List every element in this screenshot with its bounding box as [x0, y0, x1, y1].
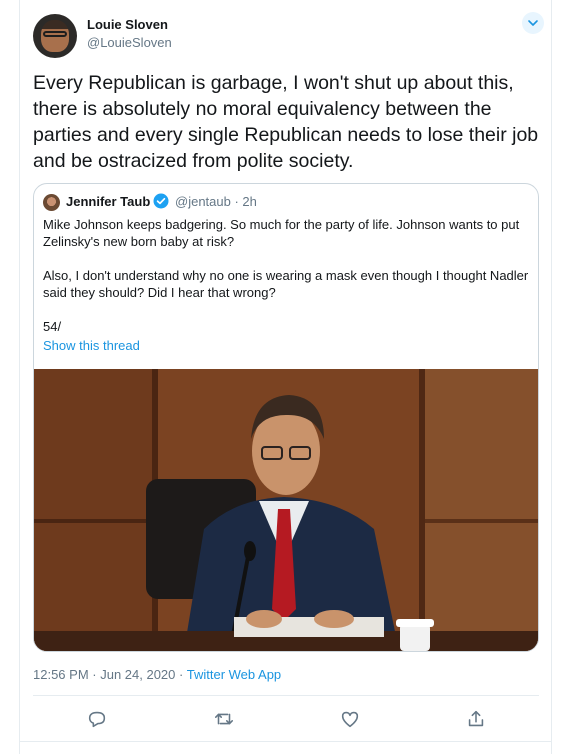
divider	[33, 695, 539, 696]
show-thread-link[interactable]: Show this thread	[43, 338, 140, 353]
heart-icon	[341, 711, 359, 728]
retweet-icon	[214, 713, 234, 725]
quoted-author-handle: @jentaub	[175, 194, 231, 209]
author-avatar[interactable]	[33, 14, 77, 58]
more-options-button[interactable]	[522, 12, 544, 34]
reply-button[interactable]	[86, 708, 108, 730]
tweet-meta: 12:56 PM · Jun 24, 2020 · Twitter Web Ap…	[33, 667, 281, 682]
bottom-divider	[19, 741, 552, 742]
author-handle[interactable]: @LouieSloven	[87, 35, 172, 50]
share-button[interactable]	[465, 708, 487, 730]
retweet-button[interactable]	[213, 708, 235, 730]
meta-separator: ·	[88, 667, 101, 682]
author-name[interactable]: Louie Sloven	[87, 17, 168, 32]
chevron-down-icon	[528, 20, 538, 26]
quoted-author-avatar	[43, 194, 60, 211]
quoted-author-handle-age: @jentaub · 2h	[175, 194, 257, 209]
quoted-text: Mike Johnson keeps badgering. So much fo…	[43, 216, 533, 352]
quoted-tweet[interactable]: Jennifer Taub @jentaub · 2h Mike Johnson…	[33, 183, 539, 652]
meta-separator: ·	[230, 194, 243, 209]
photo-illustration	[34, 369, 538, 651]
quoted-author-name: Jennifer Taub	[66, 194, 151, 209]
tweet-date[interactable]: Jun 24, 2020	[100, 667, 175, 682]
source-app-link[interactable]: Twitter Web App	[187, 667, 281, 682]
avatar-glasses	[43, 31, 67, 37]
verified-badge-icon	[153, 193, 169, 209]
quoted-paragraph: Mike Johnson keeps badgering. So much fo…	[43, 217, 520, 249]
like-button[interactable]	[339, 708, 361, 730]
meta-separator: ·	[175, 667, 187, 682]
quoted-paragraph: 54/	[43, 319, 62, 334]
share-icon	[468, 710, 484, 727]
quoted-paragraph: Also, I don't understand why no one is w…	[43, 268, 529, 300]
quoted-photo[interactable]	[34, 369, 538, 651]
quoted-age: 2h	[242, 194, 257, 209]
tweet-time[interactable]: 12:56 PM	[33, 667, 89, 682]
reply-icon	[88, 711, 106, 728]
tweet-text: Every Republican is garbage, I won't shu…	[33, 72, 539, 172]
